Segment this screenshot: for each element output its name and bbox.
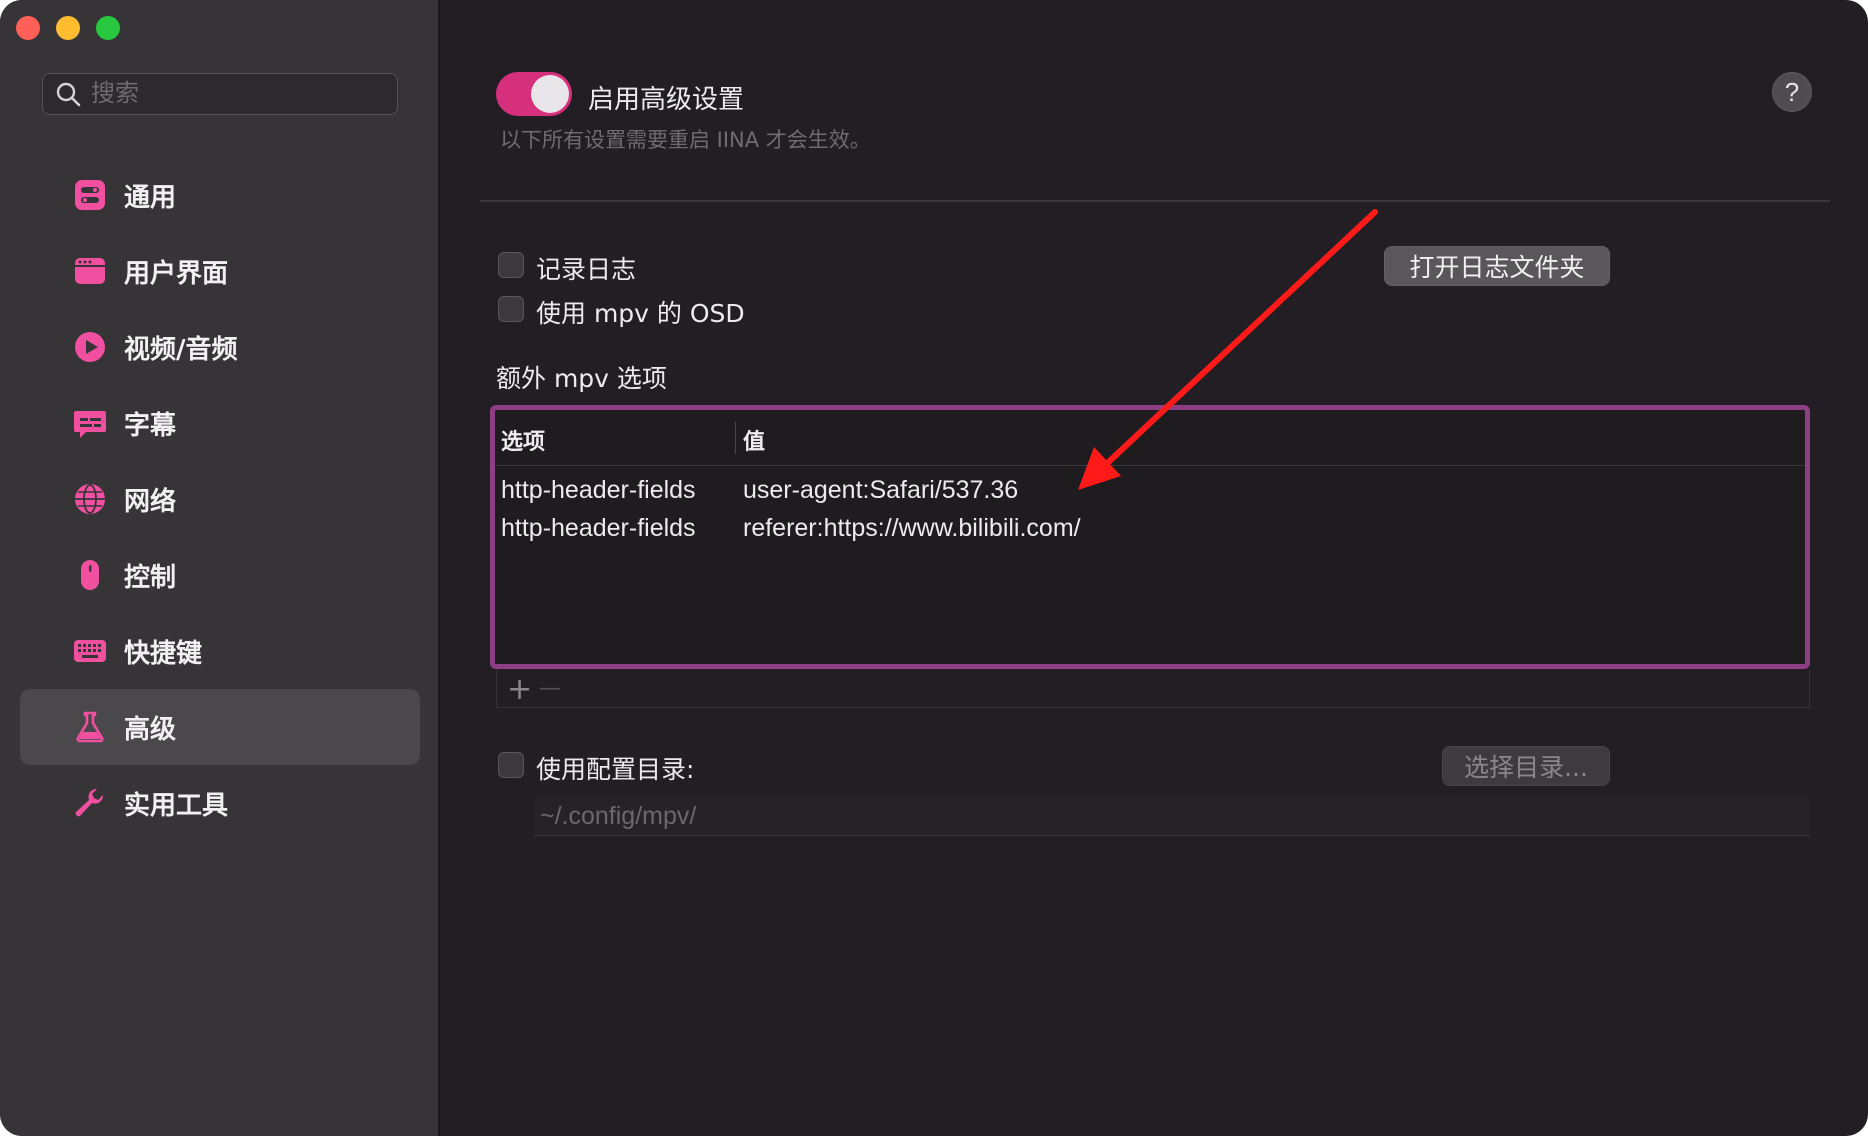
search-input[interactable] xyxy=(91,80,371,108)
sidebar-item-utilities[interactable]: 实用工具 xyxy=(20,765,420,841)
mpv-options-table[interactable]: 选项 值 http-header-fields user-agent:Safar… xyxy=(490,405,1810,669)
sidebar-item-general[interactable]: 通用 xyxy=(20,157,420,233)
add-option-button[interactable]: + xyxy=(507,672,532,707)
sidebar-item-label: 控制 xyxy=(124,562,177,593)
sidebar-item-label: 实用工具 xyxy=(124,790,229,821)
config-dir-checkbox[interactable] xyxy=(498,752,524,778)
minimize-window-button[interactable] xyxy=(56,16,80,40)
sidebar-item-label: 通用 xyxy=(124,182,177,213)
column-separator[interactable] xyxy=(735,422,736,454)
sidebar: 通用 用户界面 视频/音频 字幕 网络 xyxy=(0,0,440,1136)
table-cell-option[interactable]: http-header-fields xyxy=(501,476,696,505)
choose-directory-button[interactable]: 选择目录... xyxy=(1442,746,1610,786)
mpv-osd-label: 使用 mpv 的 OSD xyxy=(536,299,745,328)
ui-icon xyxy=(72,253,108,289)
sidebar-item-subtitles[interactable]: 字幕 xyxy=(20,385,420,461)
config-dir-path-field[interactable]: ~/.config/mpv/ xyxy=(534,796,1810,836)
flask-icon xyxy=(72,709,108,745)
table-header: 选项 值 xyxy=(495,410,1805,466)
sidebar-item-advanced[interactable]: 高级 xyxy=(20,689,420,765)
config-dir-label: 使用配置目录: xyxy=(536,755,695,784)
sidebar-item-label: 网络 xyxy=(124,486,177,517)
column-header-value[interactable]: 值 xyxy=(743,424,765,456)
keyboard-icon xyxy=(72,633,108,669)
advanced-settings-panel: 启用高级设置 以下所有设置需要重启 IINA 才会生效。 ? 记录日志 打开日志… xyxy=(442,0,1868,1136)
search-field[interactable] xyxy=(42,73,398,115)
sidebar-item-control[interactable]: 控制 xyxy=(20,537,420,613)
sidebar-item-ui[interactable]: 用户界面 xyxy=(20,233,420,309)
subtitle-icon xyxy=(72,405,108,441)
table-cell-option[interactable]: http-header-fields xyxy=(501,514,696,543)
toggle-knob xyxy=(531,75,569,113)
preferences-window: 通用 用户界面 视频/音频 字幕 网络 xyxy=(0,0,1868,1136)
help-button[interactable]: ? xyxy=(1772,72,1812,112)
sidebar-item-video-audio[interactable]: 视频/音频 xyxy=(20,309,420,385)
log-label: 记录日志 xyxy=(536,255,637,284)
table-cell-value[interactable]: referer:https://www.bilibili.com/ xyxy=(743,514,1081,543)
mouse-icon xyxy=(72,557,108,593)
table-cell-value[interactable]: user-agent:Safari/537.36 xyxy=(743,476,1018,505)
sidebar-item-label: 用户界面 xyxy=(124,258,229,289)
sidebar-item-shortcuts[interactable]: 快捷键 xyxy=(20,613,420,689)
sidebar-item-label: 字幕 xyxy=(124,410,177,441)
open-log-folder-button[interactable]: 打开日志文件夹 xyxy=(1384,246,1610,286)
wrench-icon xyxy=(72,785,108,821)
remove-option-button[interactable]: — xyxy=(539,676,561,701)
general-icon xyxy=(72,177,108,213)
enable-advanced-toggle[interactable] xyxy=(496,72,572,116)
mpv-osd-checkbox[interactable] xyxy=(498,296,524,322)
sidebar-item-label: 快捷键 xyxy=(124,638,203,669)
sidebar-item-network[interactable]: 网络 xyxy=(20,461,420,537)
enable-advanced-label: 启用高级设置 xyxy=(588,85,745,115)
column-header-option[interactable]: 选项 xyxy=(501,424,545,456)
sidebar-item-label: 高级 xyxy=(124,714,177,745)
sidebar-item-label: 视频/音频 xyxy=(124,334,238,365)
section-divider xyxy=(480,200,1830,202)
play-icon xyxy=(72,329,108,365)
log-checkbox[interactable] xyxy=(498,252,524,278)
help-icon: ? xyxy=(1784,76,1800,107)
restart-hint: 以下所有设置需要重启 IINA 才会生效。 xyxy=(500,128,871,152)
globe-icon xyxy=(72,481,108,517)
search-icon xyxy=(56,82,81,107)
zoom-window-button[interactable] xyxy=(96,16,120,40)
extra-mpv-options-title: 额外 mpv 选项 xyxy=(496,364,667,393)
table-footer: + — xyxy=(496,670,1810,708)
close-window-button[interactable] xyxy=(16,16,40,40)
